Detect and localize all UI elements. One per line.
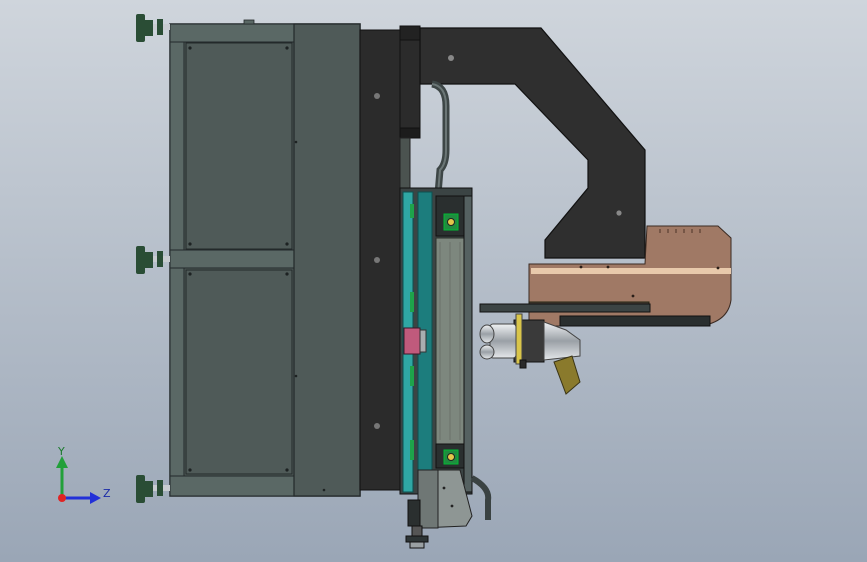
bolt-hole-icon [447, 218, 455, 226]
column-cap-bottom [399, 127, 421, 139]
triad-x-origin [58, 494, 66, 502]
bolt-hole-icon [631, 294, 635, 298]
green-marker [410, 366, 414, 386]
frame-top-notch [243, 19, 255, 25]
bolt-hole-icon [188, 46, 192, 50]
drive-motor [407, 499, 421, 527]
bolt-hole-icon [374, 423, 380, 429]
drive-base [409, 541, 425, 549]
frame-middle-rail [169, 249, 295, 269]
nozzle-yellow-ring [515, 313, 523, 365]
frame-lower-panel [185, 269, 293, 475]
green-marker [410, 204, 414, 218]
conveyor-assembly[interactable] [399, 187, 473, 495]
pink-label-plate [403, 327, 421, 355]
bolt-hole-icon [579, 265, 583, 269]
bolt-hole-icon [374, 93, 380, 99]
drive-shaft [411, 525, 423, 537]
label-tag [419, 329, 427, 353]
bracket-lower-bar [559, 315, 711, 327]
bolt-hole-icon [188, 242, 192, 246]
drive-coupler [405, 535, 429, 543]
bracket-bar [479, 303, 651, 313]
bolt-hole-icon [285, 46, 289, 50]
bolt-hole-icon [188, 468, 192, 472]
bolt-hole-icon [285, 272, 289, 276]
bolt-hole-icon [294, 140, 298, 144]
frame-upper-panel [185, 42, 293, 250]
bolt-hole-icon [285, 468, 289, 472]
bolt-hole-icon [616, 210, 622, 216]
bolt-hole-icon [716, 266, 720, 270]
bolt-hole-icon [188, 272, 192, 276]
nozzle-tip-upper [479, 324, 495, 344]
nozzle-tip-lower [479, 344, 495, 360]
triad-y-label: Y [57, 445, 65, 458]
bolt-hole-icon [442, 486, 446, 490]
frame-right-panel [293, 23, 361, 497]
green-marker [410, 292, 414, 312]
bolt-hole-icon [322, 488, 326, 492]
bolt-hole-icon [606, 265, 610, 269]
bolt-hole-icon [285, 242, 289, 246]
column-cap [399, 25, 421, 139]
cad-assembly-drawing: Y Z [0, 0, 867, 562]
column-cap-top [399, 25, 421, 41]
green-marker [410, 440, 414, 460]
nozzle-connector [519, 359, 527, 369]
column-strip [399, 137, 411, 193]
bolt-hole-icon [294, 374, 298, 378]
drive-bracket-front [417, 469, 439, 529]
bolt-hole-icon [448, 55, 454, 61]
bolt-hole-icon [374, 257, 380, 263]
cad-viewport[interactable]: Y Z [0, 0, 867, 562]
machine-frame[interactable] [169, 19, 361, 497]
triad-z-label: Z [103, 487, 111, 500]
bolt-hole-icon [447, 453, 455, 461]
head-stripe [531, 268, 731, 274]
right-guide [463, 195, 473, 493]
bolt-hole-icon [450, 504, 454, 508]
